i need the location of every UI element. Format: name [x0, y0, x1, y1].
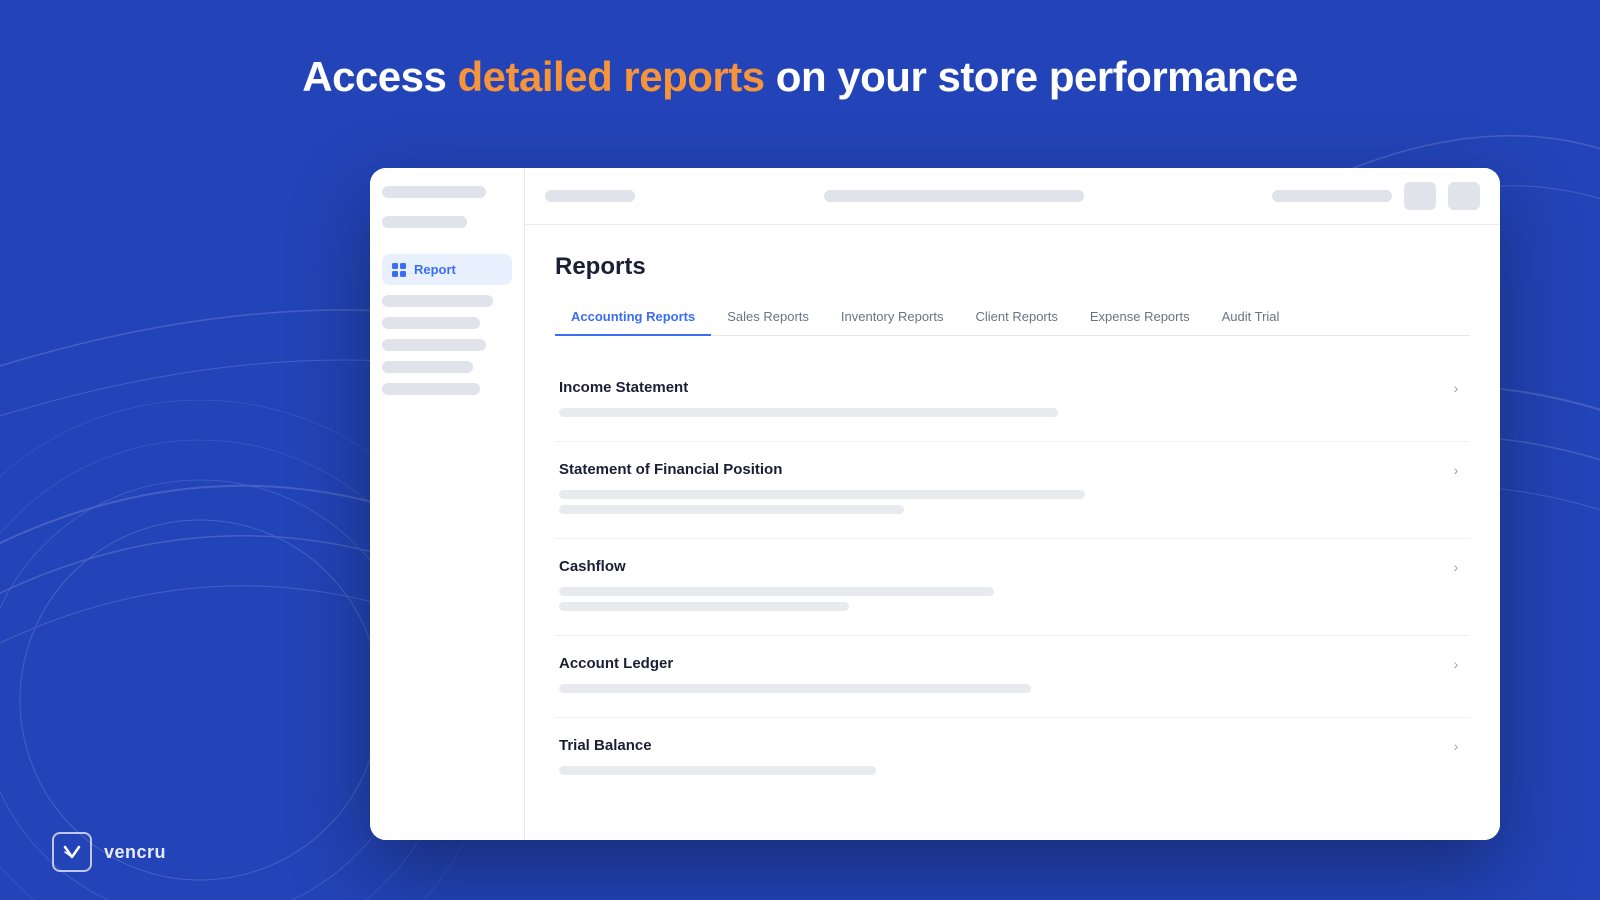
- main-content: Reports Accounting Reports Sales Reports…: [525, 168, 1500, 840]
- tab-accounting-reports[interactable]: Accounting Reports: [555, 299, 711, 336]
- tab-inventory-reports[interactable]: Inventory Reports: [825, 299, 960, 336]
- report-item-trial-balance-header: Trial Balance ›: [559, 736, 1466, 756]
- app-window: Report Reports Accounting Reports Sales …: [370, 168, 1500, 840]
- report-item-financial-position[interactable]: Statement of Financial Position ›: [555, 442, 1470, 539]
- topbar-skeleton-search: [824, 190, 1084, 202]
- financial-position-skeleton-2: [559, 505, 904, 514]
- report-item-trial-balance-name: Trial Balance: [559, 737, 652, 754]
- chevron-icon-income-statement: ›: [1446, 378, 1466, 398]
- report-item-account-ledger-name: Account Ledger: [559, 655, 673, 672]
- sidebar-skeleton-5: [382, 361, 473, 373]
- grid-icon: [392, 263, 406, 277]
- report-item-cashflow-name: Cashflow: [559, 558, 626, 575]
- cashflow-skeleton-2: [559, 602, 849, 611]
- tab-expense-reports[interactable]: Expense Reports: [1074, 299, 1206, 336]
- sidebar-skeleton-4: [382, 339, 486, 351]
- cashflow-skeleton-1: [559, 587, 994, 596]
- report-item-income-statement-header: Income Statement ›: [559, 378, 1466, 398]
- top-bar: [525, 168, 1500, 225]
- vencru-logo-hexagon: [52, 832, 92, 872]
- topbar-skeleton-logo: [545, 190, 635, 202]
- hero-title-end: on your store performance: [765, 53, 1298, 100]
- hero-title-accent: detailed reports: [458, 53, 765, 100]
- tab-client-reports[interactable]: Client Reports: [960, 299, 1074, 336]
- sidebar-item-report[interactable]: Report: [382, 254, 512, 285]
- sidebar-skeleton-1: [382, 216, 467, 228]
- sidebar-skeleton-2: [382, 295, 493, 307]
- sidebar-skeleton-top: [382, 186, 486, 198]
- trial-balance-skeleton: [559, 766, 876, 775]
- reports-area: Reports Accounting Reports Sales Reports…: [525, 225, 1500, 840]
- account-ledger-skeleton: [559, 684, 1031, 693]
- report-item-trial-balance[interactable]: Trial Balance ›: [555, 718, 1470, 799]
- reports-tabs: Accounting Reports Sales Reports Invento…: [555, 299, 1470, 336]
- topbar-btn-1[interactable]: [1404, 182, 1436, 210]
- sidebar-skeleton-6: [382, 383, 480, 395]
- sidebar-skeleton-3: [382, 317, 480, 329]
- report-item-income-statement[interactable]: Income Statement ›: [555, 360, 1470, 442]
- branding-name: vencru: [104, 842, 166, 863]
- chevron-icon-trial-balance: ›: [1446, 736, 1466, 756]
- report-item-cashflow-header: Cashflow ›: [559, 557, 1466, 577]
- tab-audit-trial[interactable]: Audit Trial: [1206, 299, 1296, 336]
- topbar-btn-2[interactable]: [1448, 182, 1480, 210]
- reports-page-title: Reports: [555, 253, 1470, 281]
- topbar-skeleton-filter: [1272, 190, 1392, 202]
- income-statement-skeleton: [559, 408, 1058, 417]
- report-item-account-ledger-header: Account Ledger ›: [559, 654, 1466, 674]
- chevron-icon-account-ledger: ›: [1446, 654, 1466, 674]
- financial-position-skeleton-1: [559, 490, 1085, 499]
- report-item-income-statement-name: Income Statement: [559, 379, 688, 396]
- report-item-account-ledger[interactable]: Account Ledger ›: [555, 636, 1470, 718]
- tab-sales-reports[interactable]: Sales Reports: [711, 299, 825, 336]
- hero-title: Access detailed reports on your store pe…: [0, 52, 1600, 102]
- report-item-financial-position-name: Statement of Financial Position: [559, 461, 782, 478]
- report-list: Income Statement › Statement of Financia…: [555, 360, 1470, 799]
- chevron-icon-financial-position: ›: [1446, 460, 1466, 480]
- sidebar: Report: [370, 168, 525, 840]
- report-item-financial-position-header: Statement of Financial Position ›: [559, 460, 1466, 480]
- hero-title-start: Access: [302, 53, 457, 100]
- report-item-cashflow[interactable]: Cashflow ›: [555, 539, 1470, 636]
- branding: vencru: [52, 832, 166, 872]
- sidebar-item-report-label: Report: [414, 262, 456, 277]
- vencru-logo-icon: [61, 841, 83, 863]
- chevron-icon-cashflow: ›: [1446, 557, 1466, 577]
